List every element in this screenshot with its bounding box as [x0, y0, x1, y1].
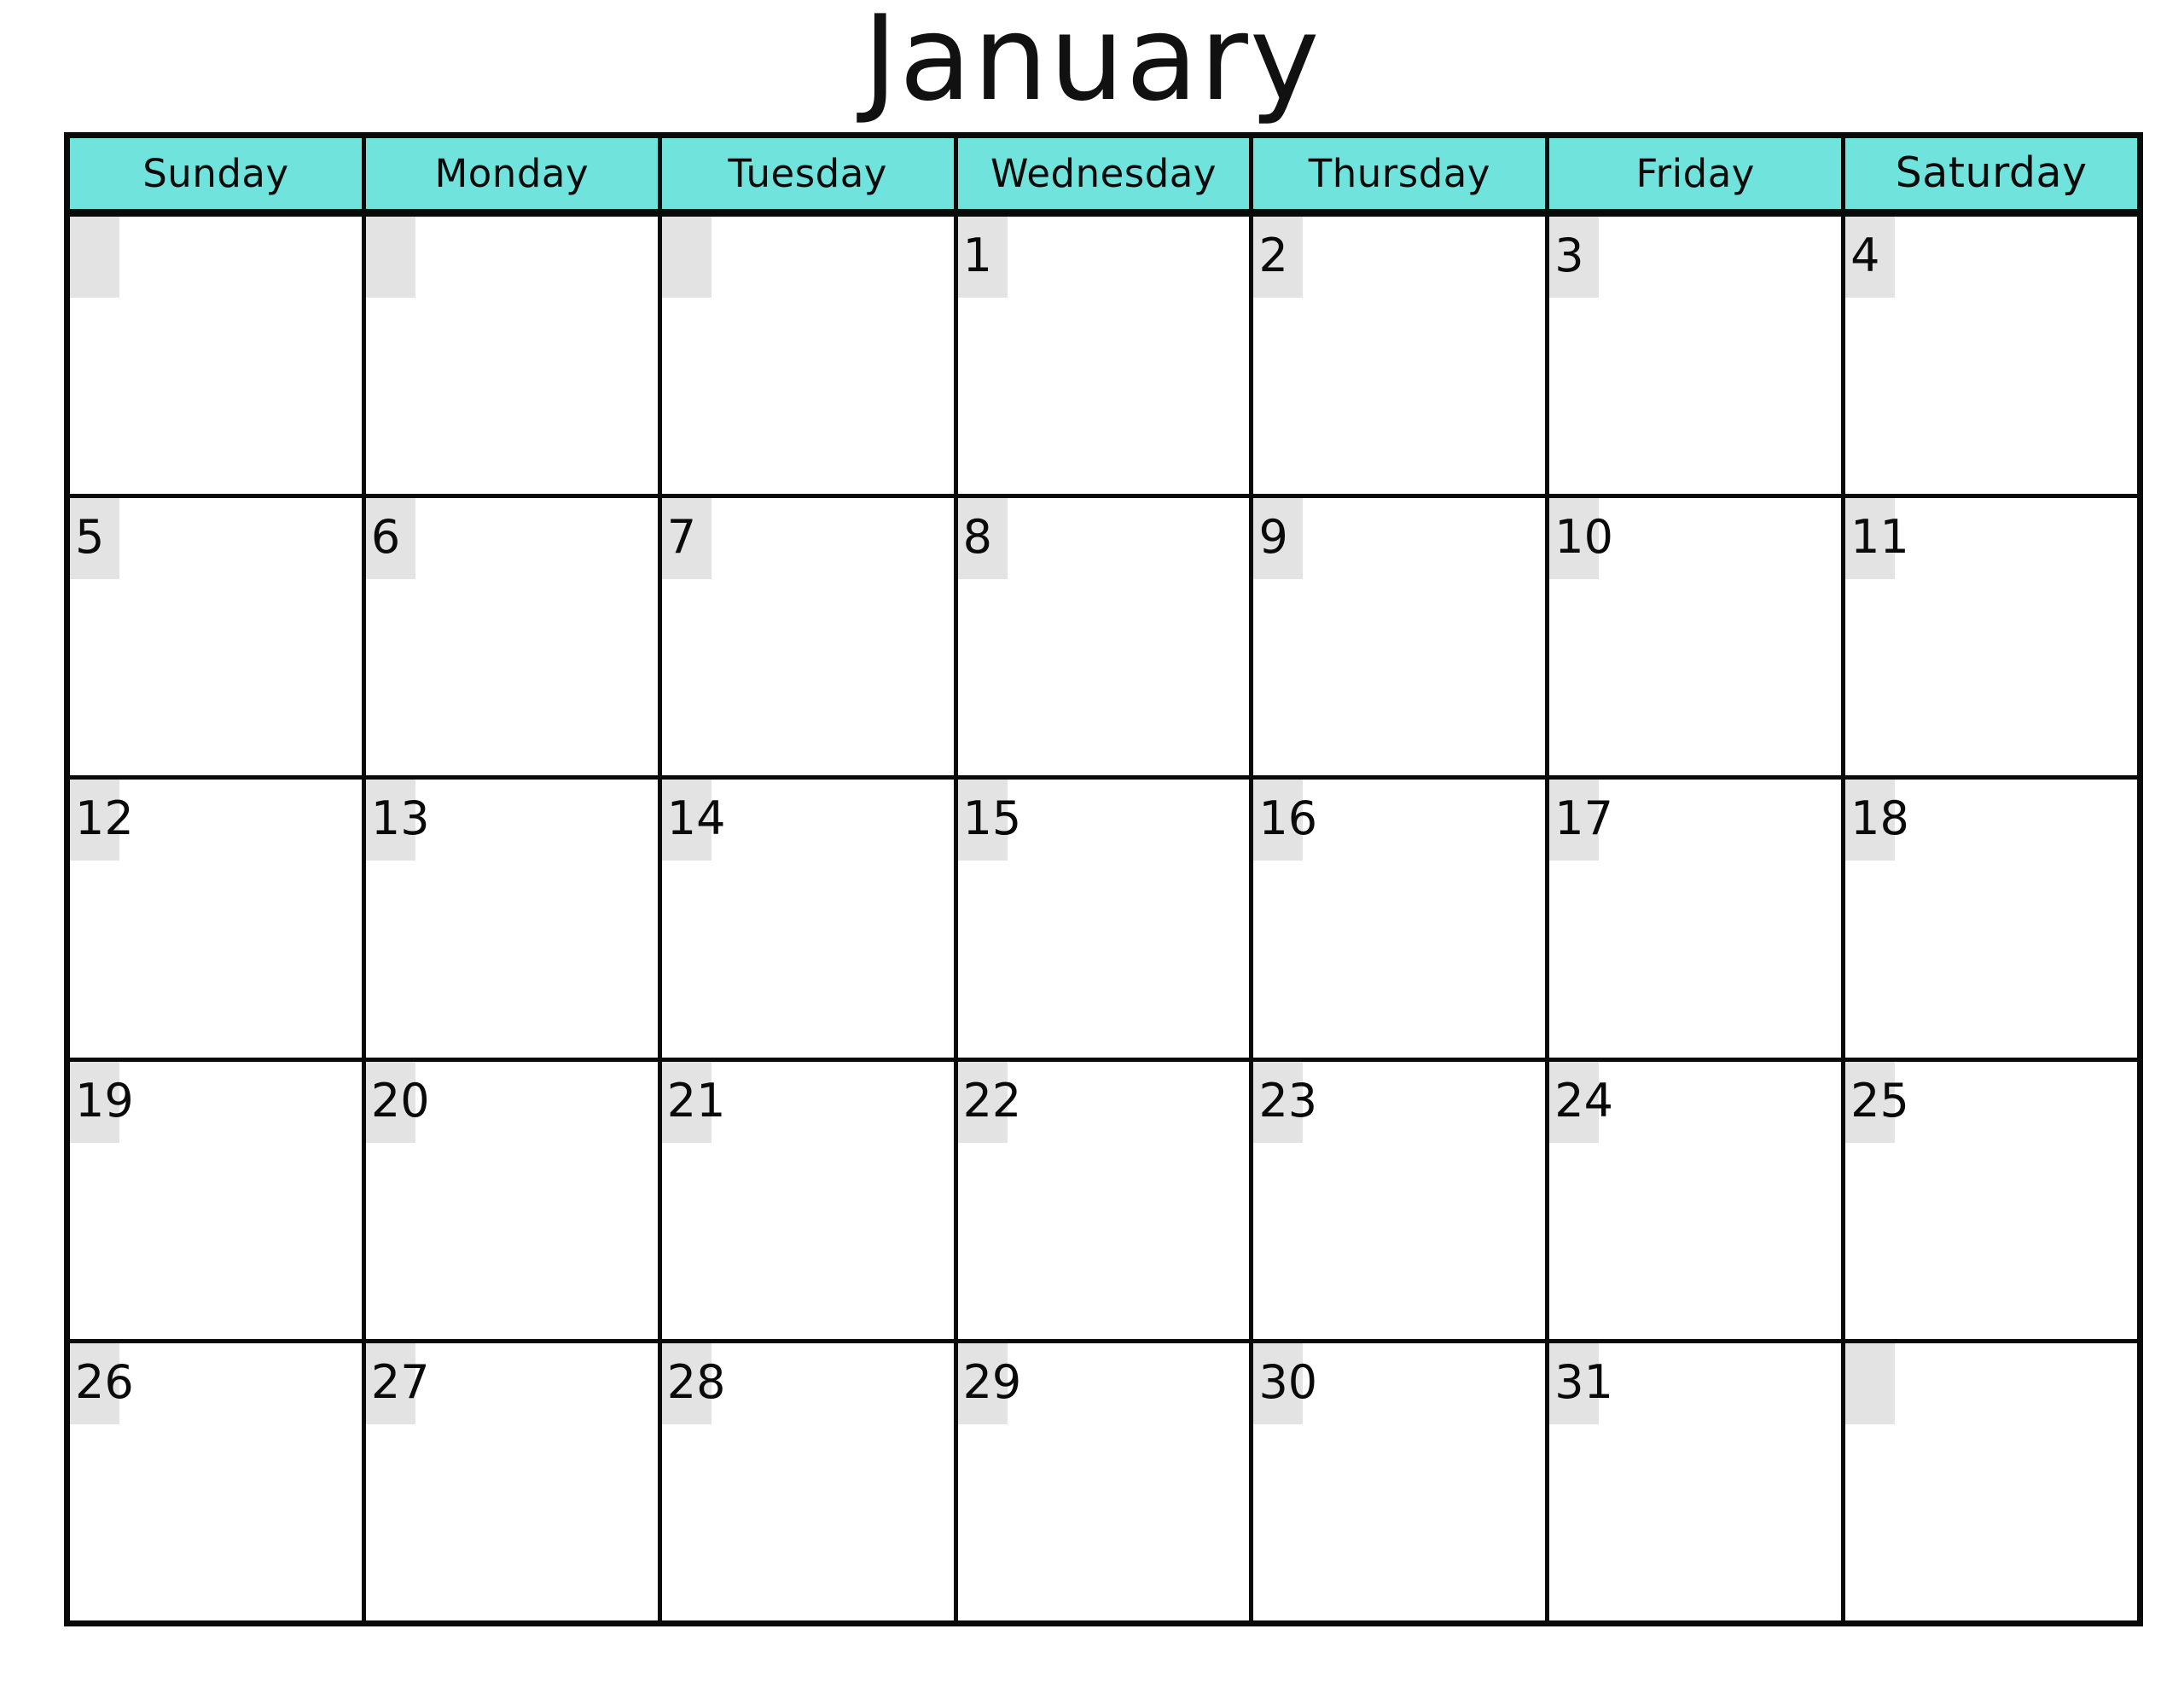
day-number: 26: [75, 1354, 134, 1409]
day-number-chip: [365, 217, 415, 298]
day-cell[interactable]: 6: [365, 498, 662, 776]
day-cell[interactable]: 11: [1845, 498, 2138, 776]
weekday-header-wednesday: Wednesday: [957, 138, 1254, 209]
day-cell[interactable]: 20: [365, 1061, 662, 1339]
day-number: 19: [75, 1073, 134, 1128]
day-number: 3: [1554, 229, 1584, 282]
weekday-header-thursday: Thursday: [1253, 138, 1550, 209]
week-row: 26 27 28 29 30 31: [70, 1342, 2138, 1621]
day-cell[interactable]: 13: [365, 780, 662, 1058]
day-cell[interactable]: 27: [365, 1342, 662, 1621]
day-number-chip: [1845, 1342, 1896, 1424]
day-number: 30: [1258, 1354, 1318, 1409]
page-title: January: [863, 0, 1321, 127]
day-number: 18: [1850, 791, 1909, 846]
week-row: 1 2 3 4: [70, 217, 2138, 499]
day-number: 21: [666, 1073, 726, 1128]
weekday-header-saturday: Saturday: [1845, 138, 2138, 209]
day-number: 23: [1258, 1073, 1318, 1128]
weekday-header-friday: Friday: [1549, 138, 1846, 209]
day-number: 8: [962, 510, 992, 565]
day-number: 12: [75, 791, 134, 846]
day-cell[interactable]: 23: [1253, 1061, 1550, 1339]
day-number: 4: [1850, 229, 1880, 282]
day-cell-empty[interactable]: [661, 217, 958, 495]
day-cell[interactable]: 28: [661, 1342, 958, 1621]
day-cell-empty[interactable]: [1845, 1342, 2138, 1621]
day-number: 2: [1258, 229, 1288, 282]
weekday-header-tuesday: Tuesday: [661, 138, 958, 209]
day-number-chip: [661, 217, 712, 298]
day-number: 13: [370, 791, 430, 846]
day-cell[interactable]: 26: [70, 1342, 366, 1621]
day-cell[interactable]: 7: [661, 498, 958, 776]
day-cell[interactable]: 14: [661, 780, 958, 1058]
day-cell[interactable]: 21: [661, 1061, 958, 1339]
day-cell[interactable]: 3: [1549, 217, 1846, 495]
week-row: 5 6 7 8 9 10 11: [70, 498, 2138, 780]
day-cell[interactable]: 29: [957, 1342, 1254, 1621]
day-number: 11: [1850, 510, 1909, 565]
day-number: 16: [1258, 791, 1318, 846]
day-number: 27: [370, 1354, 430, 1409]
day-number-chip: [70, 217, 119, 298]
day-cell[interactable]: 18: [1845, 780, 2138, 1058]
day-cell-empty[interactable]: [365, 217, 662, 495]
day-number: 22: [962, 1073, 1022, 1128]
day-cell[interactable]: 8: [957, 498, 1254, 776]
day-cell[interactable]: 16: [1253, 780, 1550, 1058]
day-number: 29: [962, 1354, 1022, 1409]
day-number: 24: [1554, 1073, 1614, 1128]
day-number: 14: [666, 791, 726, 846]
day-cell[interactable]: 19: [70, 1061, 366, 1339]
day-number: 20: [370, 1073, 430, 1128]
weekday-header-monday: Monday: [365, 138, 662, 209]
day-number: 15: [962, 791, 1022, 846]
day-cell[interactable]: 24: [1549, 1061, 1846, 1339]
day-cell[interactable]: 30: [1253, 1342, 1550, 1621]
day-cell[interactable]: 5: [70, 498, 366, 776]
calendar-weeks: 1 2 3 4 5 6 7 8 9 10 11 12 13 14 15 16 17 18 19 20 21 22 23 24 2…: [70, 217, 2138, 1621]
day-number: 7: [666, 510, 697, 565]
day-cell[interactable]: 31: [1549, 1342, 1846, 1621]
day-cell[interactable]: 9: [1253, 498, 1550, 776]
day-number: 10: [1554, 510, 1614, 565]
day-cell[interactable]: 2: [1253, 217, 1550, 495]
day-cell[interactable]: 10: [1549, 498, 1846, 776]
day-number: 31: [1554, 1354, 1614, 1409]
day-cell[interactable]: 15: [957, 780, 1254, 1058]
day-cell-empty[interactable]: [70, 217, 366, 495]
week-row: 12 13 14 15 16 17 18: [70, 780, 2138, 1062]
day-cell[interactable]: 1: [957, 217, 1254, 495]
day-cell[interactable]: 22: [957, 1061, 1254, 1339]
day-cell[interactable]: 4: [1845, 217, 2138, 495]
weekday-header-sunday: Sunday: [70, 138, 366, 209]
day-cell[interactable]: 12: [70, 780, 366, 1058]
day-number: 5: [75, 510, 105, 565]
calendar-page: January Sunday Monday Tuesday Wednesday Thur…: [0, 0, 2184, 1687]
week-row: 19 20 21 22 23 24 25: [70, 1061, 2138, 1343]
day-cell[interactable]: 25: [1845, 1061, 2138, 1339]
day-number: 1: [962, 229, 992, 282]
day-cell[interactable]: 17: [1549, 780, 1846, 1058]
day-number: 6: [370, 510, 401, 565]
calendar-grid: Sunday Monday Tuesday Wednesday Thursday Frid…: [64, 132, 2143, 1626]
day-number: 25: [1850, 1073, 1909, 1128]
day-number: 17: [1554, 791, 1614, 846]
weekday-header-row: Sunday Monday Tuesday Wednesday Thursday Frid…: [70, 138, 2138, 217]
day-number: 9: [1258, 510, 1288, 565]
day-number: 28: [666, 1354, 726, 1409]
